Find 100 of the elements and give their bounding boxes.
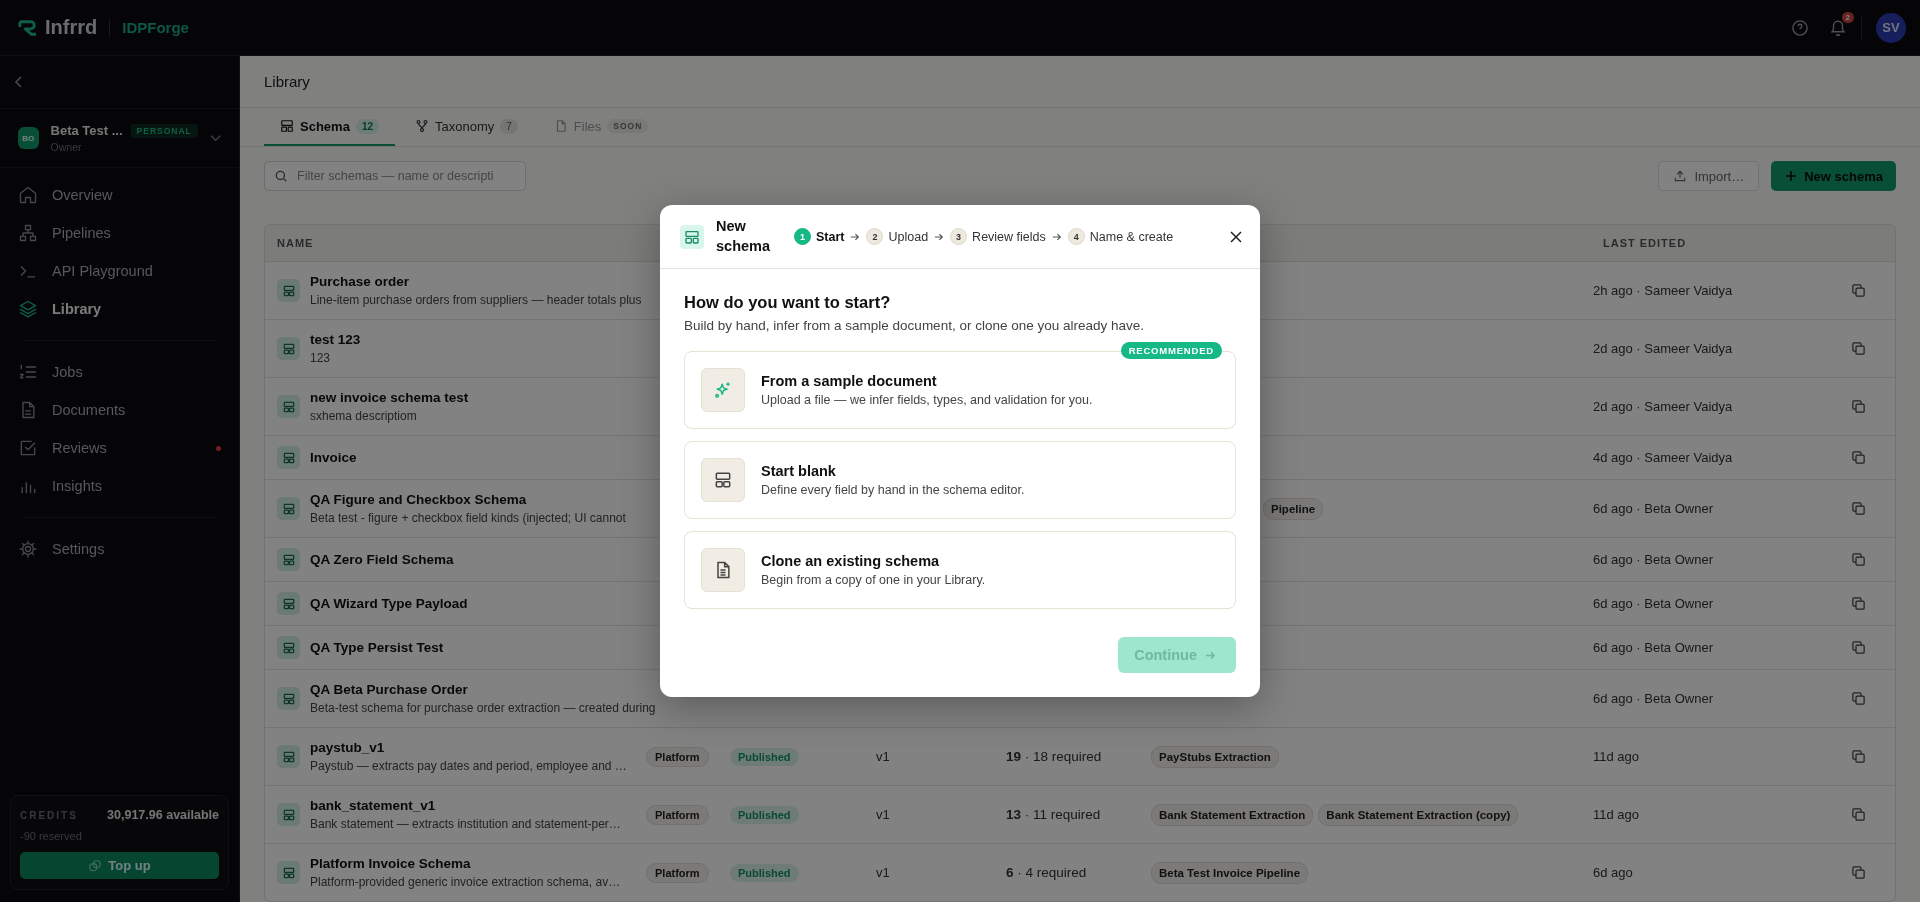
sparkle-icon <box>701 368 745 412</box>
document-icon <box>701 548 745 592</box>
schema-description: Platform-provided generic invoice extraction schema, av… <box>310 875 621 889</box>
tab[interactable]: Schema 12 <box>264 108 395 146</box>
last-edited-text: 2d ago · Sameer Vaidya <box>1593 341 1733 356</box>
tab[interactable]: Taxonomy 7 <box>399 108 534 146</box>
arrow-right-icon <box>1051 231 1062 242</box>
wizard-step: 4 Name & create <box>1067 228 1174 245</box>
layout-icon <box>277 803 300 826</box>
copy-icon[interactable] <box>1851 341 1866 356</box>
start-option[interactable]: Clone an existing schema Begin from a copy of one in your Library. <box>684 531 1236 609</box>
copy-icon[interactable] <box>1851 596 1866 611</box>
source-tag: Platform <box>646 862 709 883</box>
copy-icon[interactable] <box>1851 399 1866 414</box>
logo-icon <box>17 18 39 37</box>
option-title: From a sample document <box>761 373 938 389</box>
layout-icon <box>277 446 300 469</box>
tab-count: SOON <box>607 119 649 134</box>
status-tag: Published <box>730 747 799 766</box>
schema-name[interactable]: Platform Invoice Schema <box>310 856 621 871</box>
nav-item[interactable]: Reviews <box>0 429 239 467</box>
hierarchy-icon <box>18 223 38 243</box>
last-edited-text: 11d ago <box>1593 749 1640 764</box>
schema-name[interactable]: QA Beta Purchase Order <box>310 682 656 697</box>
dialog-heading: How do you want to start? <box>684 293 892 312</box>
filter-field[interactable]: Filter schemas — name or descripti <box>264 161 526 191</box>
start-option[interactable]: Start blank Define every field by hand in the schema editor. <box>684 441 1236 519</box>
nav-item[interactable]: Documents <box>0 391 239 429</box>
schema-name[interactable]: QA Type Persist Test <box>310 640 444 655</box>
copy-icon[interactable] <box>1851 501 1866 516</box>
schema-description: sxhema descriptiom <box>310 409 418 423</box>
arrow-right-icon <box>934 231 945 242</box>
layout-icon <box>277 636 300 659</box>
schema-name[interactable]: QA Wizard Type Payload <box>310 596 468 611</box>
schema-name[interactable]: QA Zero Field Schema <box>310 552 454 567</box>
last-edited-text: 4d ago · Sameer Vaidya <box>1593 450 1733 465</box>
copy-icon[interactable] <box>1851 640 1866 655</box>
help-icon[interactable] <box>1791 18 1809 37</box>
plus-icon <box>1785 170 1798 182</box>
chevron-down-icon <box>209 134 221 142</box>
status-tag: Published <box>730 805 799 824</box>
copy-icon[interactable] <box>1851 749 1866 764</box>
nav-item[interactable]: Overview <box>0 176 239 214</box>
copy-icon[interactable] <box>1851 552 1866 567</box>
credits-available: 30,917.96 available <box>107 808 219 822</box>
column-header: NAME <box>276 237 315 249</box>
schema-name[interactable]: paystub_v1 <box>310 740 627 755</box>
copy-icon[interactable] <box>1851 865 1866 880</box>
option-description: Begin from a copy of one in your Library. <box>761 573 986 587</box>
nav-item[interactable]: Settings <box>0 530 239 568</box>
pipeline-tag: Pipeline <box>1263 497 1324 520</box>
nav-item[interactable]: API Playground <box>0 252 239 290</box>
numbered-list-icon <box>18 362 38 382</box>
schema-name[interactable]: Invoice <box>310 450 357 465</box>
nav-item[interactable]: Pipelines <box>0 214 239 252</box>
search-icon <box>274 169 288 183</box>
layout-icon <box>277 861 300 884</box>
close-icon[interactable] <box>1230 230 1242 243</box>
chevron-left-icon[interactable] <box>14 76 24 88</box>
notification-bell-icon[interactable] <box>1829 18 1847 37</box>
layout-icon <box>277 548 300 571</box>
schema-name[interactable]: Purchase order <box>310 274 642 289</box>
layout-icon <box>277 279 300 302</box>
schema-name[interactable]: QA Figure and Checkbox Schema <box>310 492 626 507</box>
nav-item[interactable]: Library <box>0 290 239 328</box>
schema-description: Beta-test schema for purchase order extraction — created during <box>310 701 656 715</box>
top-up-button[interactable]: Top up <box>20 852 219 879</box>
source-tag: Platform <box>646 804 709 825</box>
schema-description: Bank statement — extracts institution and statement-per… <box>310 817 621 831</box>
upload-icon <box>1673 169 1688 183</box>
last-edited-text: 11d ago <box>1593 807 1640 822</box>
option-description: Define every field by hand in the schema editor. <box>761 483 1025 497</box>
tab-count: 7 <box>500 118 518 134</box>
field-count: 19 · 18 required <box>1006 749 1102 764</box>
pipeline-tag: Bank Statement Extraction <box>1151 803 1314 826</box>
layout-icon <box>280 119 294 134</box>
field-count: 13 · 11 required <box>1006 807 1101 822</box>
import-button[interactable]: Import… <box>1658 161 1760 191</box>
workspace-name: Beta Test ... <box>50 123 123 138</box>
nav-item[interactable]: Insights <box>0 467 239 505</box>
copy-icon[interactable] <box>1851 283 1866 298</box>
settings-icon <box>18 539 38 559</box>
copy-icon[interactable] <box>1851 807 1866 822</box>
layout-icon <box>277 395 300 418</box>
nav-item[interactable]: Jobs <box>0 353 239 391</box>
schema-name[interactable]: new invoice schema test <box>310 390 469 405</box>
copy-icon[interactable] <box>1851 450 1866 465</box>
coins-icon <box>88 858 103 873</box>
user-avatar[interactable]: SV <box>1876 12 1906 43</box>
checkbox-icon <box>18 438 38 458</box>
source-tag: Platform <box>646 746 709 767</box>
last-edited-text: 6d ago · Beta Owner <box>1593 596 1713 611</box>
last-edited-text: 6d ago · Beta Owner <box>1593 640 1713 655</box>
copy-icon[interactable] <box>1851 691 1866 706</box>
schema-name[interactable]: test 123 <box>310 332 361 347</box>
pipeline-tag: Bank Statement Extraction (copy) <box>1318 803 1519 826</box>
wizard-step: 3 Review fields <box>950 228 1046 245</box>
schema-name[interactable]: bank_statement_v1 <box>310 798 621 813</box>
last-edited-text: 2h ago · Sameer Vaidya <box>1593 283 1733 298</box>
version-text: v1 <box>876 865 890 880</box>
